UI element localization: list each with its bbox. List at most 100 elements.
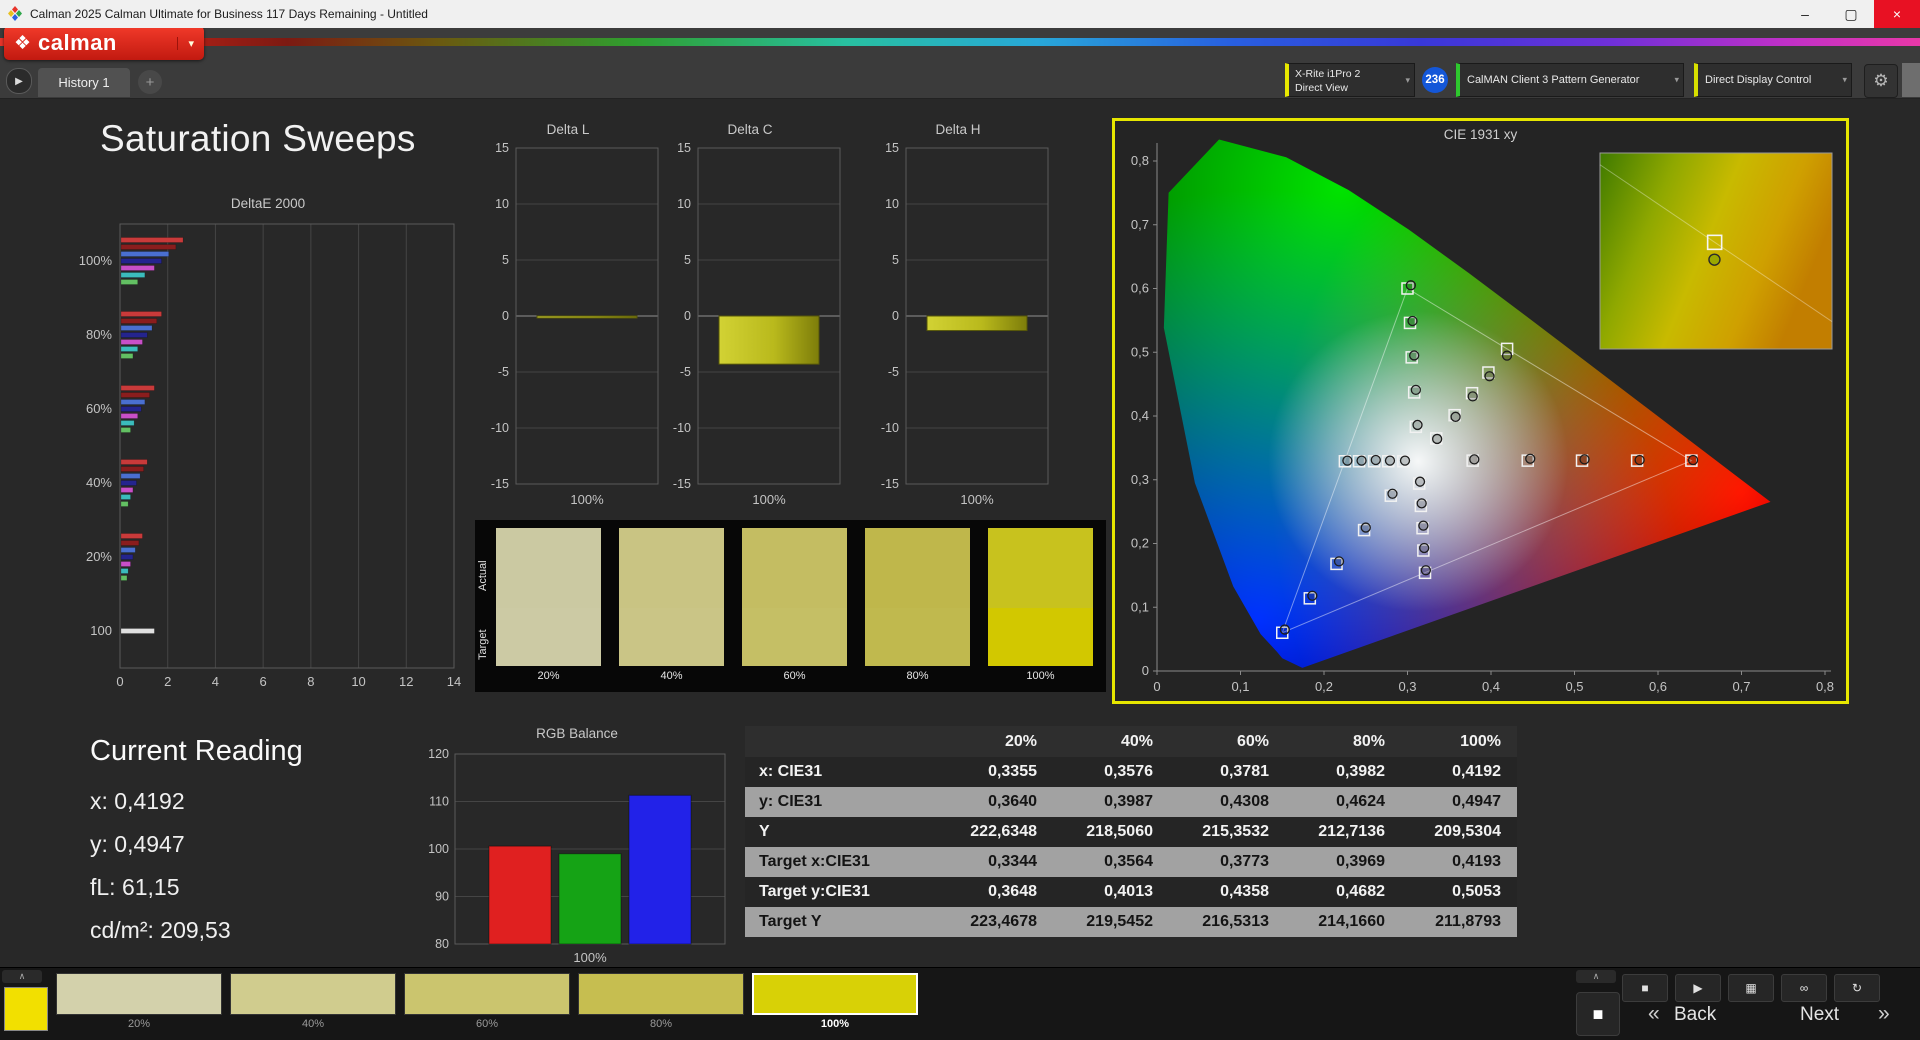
cie-chart-panel: CIE 1931 xy 00,10,20,30,40,50,60,70,800,… [1112, 118, 1849, 704]
window-controls: – ▢ × [1782, 0, 1920, 28]
pattern-level-20%[interactable]: 20% [56, 973, 222, 1030]
add-tab-button[interactable]: + [138, 70, 162, 94]
table-cell: 0,5053 [1401, 883, 1517, 901]
pattern-level-100%[interactable]: 100% [752, 973, 918, 1030]
table-row: Target y:CIE310,36480,40130,43580,46820,… [745, 877, 1517, 907]
current-reading-value: y: 0,4947 [90, 823, 303, 866]
chart-title: Delta C [652, 122, 848, 142]
table-cell: 0,4013 [1053, 883, 1169, 901]
next-button[interactable]: Next [1800, 1004, 1839, 1026]
pattern-level-label: 80% [578, 1018, 744, 1030]
meter-dropdown[interactable]: X-Rite i1Pro 2 Direct View ▾ [1285, 63, 1415, 97]
pattern-swatch [56, 973, 222, 1015]
chart-title: Delta H [860, 122, 1056, 142]
back-chevron-icon[interactable]: « [1648, 1002, 1660, 1026]
svg-text:-5: -5 [498, 365, 509, 379]
svg-text:12: 12 [399, 674, 413, 689]
title-bar: Calman 2025 Calman Ultimate for Business… [0, 0, 1920, 28]
svg-text:14: 14 [447, 674, 461, 689]
measurement-count-badge[interactable]: 236 [1422, 67, 1448, 93]
svg-text:0,4: 0,4 [1131, 408, 1149, 423]
swatch-level-label: 80% [865, 670, 970, 682]
row-label: y: CIE31 [745, 793, 937, 811]
collapse-left-button[interactable]: ∧ [2, 970, 42, 983]
svg-text:0,3: 0,3 [1398, 679, 1416, 694]
swatch-panel-body: 20%40%60%80%100% [496, 528, 1093, 682]
swatch-level-label: 20% [496, 670, 601, 682]
pattern-swatch [404, 973, 570, 1015]
svg-text:0,8: 0,8 [1131, 153, 1149, 168]
table-cell: 0,4192 [1401, 763, 1517, 781]
chevron-down-icon: ▾ [1405, 74, 1410, 86]
svg-text:100: 100 [428, 842, 449, 856]
target-swatch [496, 608, 601, 666]
play-button[interactable]: ▶ [1675, 974, 1721, 1002]
maximize-button[interactable]: ▢ [1828, 0, 1874, 28]
current-reading-value: x: 0,4192 [90, 780, 303, 823]
svg-text:100%: 100% [573, 950, 607, 965]
settings-button[interactable]: ⚙ [1864, 64, 1898, 98]
back-button[interactable]: Back [1674, 1004, 1716, 1026]
svg-text:110: 110 [429, 795, 449, 809]
logo-text: calman [38, 30, 117, 56]
table-column-header: 40% [1053, 733, 1169, 751]
current-reading-value: fL: 61,15 [90, 866, 303, 909]
table-row: Y222,6348218,5060215,3532212,7136209,530… [745, 817, 1517, 847]
table-cell: 0,4358 [1169, 883, 1285, 901]
table-row: Target x:CIE310,33440,35640,37730,39690,… [745, 847, 1517, 877]
stop-button[interactable]: ■ [1622, 974, 1668, 1002]
delta-h-plot: 151050-5-10-15100% [860, 142, 1056, 527]
target-swatch [619, 608, 724, 666]
run-button[interactable]: ▶ [6, 68, 32, 94]
pattern-level-60%[interactable]: 60% [404, 973, 570, 1030]
close-button[interactable]: × [1874, 0, 1920, 28]
svg-text:5: 5 [502, 253, 509, 267]
svg-text:15: 15 [885, 142, 899, 155]
table-cell: 0,4624 [1285, 793, 1401, 811]
refresh-button[interactable]: ↻ [1834, 974, 1880, 1002]
collapse-right-button[interactable]: ∧ [1576, 970, 1616, 983]
current-reading-value: cd/m²: 209,53 [90, 909, 303, 952]
chevron-down-icon: ▾ [1674, 75, 1679, 86]
chart-title: Delta L [470, 122, 666, 142]
table-cell: 0,3640 [937, 793, 1053, 811]
target-swatch [865, 608, 970, 666]
pattern-level-label: 100% [752, 1018, 918, 1030]
chart-title: RGB Balance [423, 726, 731, 746]
minimize-button[interactable]: – [1782, 0, 1828, 28]
table-cell: 0,4193 [1401, 853, 1517, 871]
meter-name: X-Rite i1Pro 2 [1295, 67, 1398, 81]
svg-text:0,2: 0,2 [1131, 536, 1149, 551]
measurement-table: 20%40%60%80%100%x: CIE310,33550,35760,37… [745, 726, 1517, 937]
svg-text:0,1: 0,1 [1131, 599, 1149, 614]
pattern-window-button[interactable]: ■ [1576, 992, 1620, 1036]
svg-text:0,7: 0,7 [1131, 217, 1149, 232]
delta-c-plot: 151050-5-10-15100% [652, 142, 848, 527]
pattern-level-80%[interactable]: 80% [578, 973, 744, 1030]
swatch-column: 80% [865, 528, 970, 682]
side-panel-handle[interactable] [1902, 63, 1920, 97]
table-column-header: 80% [1285, 733, 1401, 751]
save-button[interactable]: ▦ [1728, 974, 1774, 1002]
tab-bar: ▶ History 1 + X-Rite i1Pro 2 Direct View… [0, 46, 1920, 99]
calman-menu-button[interactable]: ❖ calman ▾ [4, 26, 204, 60]
loop-button[interactable]: ∞ [1781, 974, 1827, 1002]
table-cell: 0,4682 [1285, 883, 1401, 901]
pattern-swatch [752, 973, 918, 1015]
chart-title: CIE 1931 xy [1115, 127, 1846, 142]
reference-color-swatch[interactable] [4, 987, 48, 1031]
tab-history-1[interactable]: History 1 [38, 68, 130, 97]
display-control-dropdown[interactable]: Direct Display Control ▾ [1694, 63, 1852, 97]
svg-text:-5: -5 [888, 365, 899, 379]
svg-text:100%: 100% [752, 492, 786, 507]
svg-text:120: 120 [428, 747, 449, 761]
table-cell: 219,5452 [1053, 913, 1169, 931]
next-chevron-icon[interactable]: » [1878, 1002, 1890, 1026]
svg-text:0,6: 0,6 [1649, 679, 1667, 694]
play-icon: ▶ [15, 76, 23, 87]
actual-swatch [988, 528, 1093, 608]
deltae-2000-chart: DeltaE 2000 02468101214100%80%60%40%20%1… [70, 196, 466, 707]
pattern-generator-dropdown[interactable]: CalMAN Client 3 Pattern Generator ▾ [1456, 63, 1684, 97]
pattern-level-40%[interactable]: 40% [230, 973, 396, 1030]
row-label: x: CIE31 [745, 763, 937, 781]
